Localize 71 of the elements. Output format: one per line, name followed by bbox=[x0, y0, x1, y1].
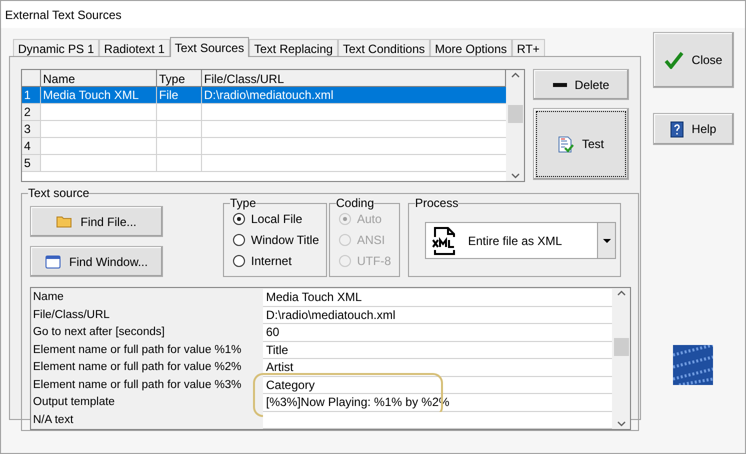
row-number: 1 bbox=[22, 87, 41, 103]
property-label: File/Class/URL bbox=[32, 308, 111, 322]
property-label: Element name or full path for value %1% bbox=[32, 342, 242, 358]
scrollbar[interactable] bbox=[612, 288, 630, 429]
window-icon bbox=[45, 254, 62, 268]
column-header[interactable]: Name bbox=[41, 70, 157, 86]
radio-label: Local File bbox=[251, 210, 302, 228]
property-value[interactable]: Category bbox=[263, 376, 612, 394]
property-label: Element name or full path for value %2% bbox=[32, 360, 242, 375]
group-title: Coding bbox=[336, 195, 374, 211]
tab[interactable]: Text Conditions bbox=[338, 39, 430, 56]
radio-label: Internet bbox=[251, 252, 292, 270]
property-value[interactable]: Media Touch XML bbox=[263, 289, 612, 306]
table-row[interactable]: 4 bbox=[22, 138, 506, 155]
radio-button[interactable] bbox=[233, 212, 245, 224]
radio-button[interactable] bbox=[233, 234, 245, 246]
checkmark-icon bbox=[664, 51, 684, 69]
property-value[interactable]: 60 bbox=[263, 324, 612, 342]
table-row[interactable]: 1 Media Touch XML File D:\radio\mediatouch.xml bbox=[22, 87, 506, 104]
radio-label: Auto bbox=[357, 210, 382, 228]
table-cell-text: D:\radio\mediatouch.xml bbox=[203, 87, 334, 103]
find-file-button[interactable]: Find File... bbox=[30, 206, 163, 237]
table-row[interactable]: 5 bbox=[22, 155, 506, 172]
table-row[interactable]: 3 bbox=[22, 121, 506, 138]
close-button[interactable]: Close bbox=[652, 32, 734, 88]
row-number: 4 bbox=[22, 138, 41, 154]
test-button[interactable]: Test bbox=[533, 108, 629, 180]
binary-code-drawing bbox=[673, 345, 713, 385]
radio-button[interactable] bbox=[233, 254, 245, 266]
radio-label: ANSI bbox=[357, 232, 386, 248]
property-value[interactable]: Title bbox=[263, 342, 612, 359]
table-row[interactable]: 2 bbox=[22, 104, 506, 121]
dropdown-value: Entire file as XML bbox=[468, 232, 564, 250]
minus-icon bbox=[552, 82, 567, 86]
scrollbar[interactable] bbox=[506, 70, 524, 181]
row-number: 3 bbox=[22, 121, 41, 137]
property-value[interactable]: Artist bbox=[263, 359, 612, 376]
table-cell: File bbox=[157, 87, 202, 103]
help-button[interactable]: Help bbox=[652, 113, 734, 145]
property-label: N/A text bbox=[32, 412, 74, 428]
caret-down-icon[interactable] bbox=[602, 238, 610, 242]
tab[interactable]: Text Sources bbox=[170, 37, 250, 57]
scroll-thumb[interactable] bbox=[508, 104, 522, 122]
column-header[interactable]: Type bbox=[157, 70, 202, 86]
find-window-button[interactable]: Find Window... bbox=[30, 246, 163, 277]
scroll-up-icon[interactable] bbox=[510, 72, 520, 78]
window-title: External Text Sources bbox=[5, 6, 122, 24]
tab[interactable]: Radiotext 1 bbox=[99, 39, 170, 56]
process-dropdown[interactable]: Entire file as XML bbox=[425, 222, 616, 259]
table-cell: Media Touch XML bbox=[41, 87, 157, 103]
property-label: Output template bbox=[32, 395, 116, 410]
scroll-thumb[interactable] bbox=[614, 338, 628, 356]
scroll-down-icon[interactable] bbox=[510, 173, 520, 179]
tab[interactable]: RT+ bbox=[512, 39, 545, 56]
radio-label: Window Title bbox=[251, 232, 320, 248]
help-book-icon bbox=[670, 120, 684, 138]
tab[interactable]: Dynamic PS 1 bbox=[13, 39, 100, 56]
property-label: Element name or full path for value %3% bbox=[32, 378, 242, 392]
tab[interactable]: Text Replacing bbox=[249, 39, 338, 56]
property-label: Go to next after [seconds] bbox=[32, 325, 166, 340]
scroll-down-icon[interactable] bbox=[616, 421, 626, 427]
tab[interactable]: More Options bbox=[430, 39, 512, 56]
property-value[interactable]: D:\radio\mediatouch.xml bbox=[263, 306, 612, 324]
delete-button[interactable]: Delete bbox=[533, 69, 629, 100]
folder-icon bbox=[56, 215, 72, 228]
row-number: 2 bbox=[22, 104, 41, 120]
document-check-icon bbox=[558, 136, 574, 152]
property-label: Name bbox=[32, 290, 65, 305]
row-number: 5 bbox=[22, 155, 41, 171]
scroll-up-icon[interactable] bbox=[616, 290, 626, 296]
radio-label: UTF-8 bbox=[357, 252, 391, 270]
